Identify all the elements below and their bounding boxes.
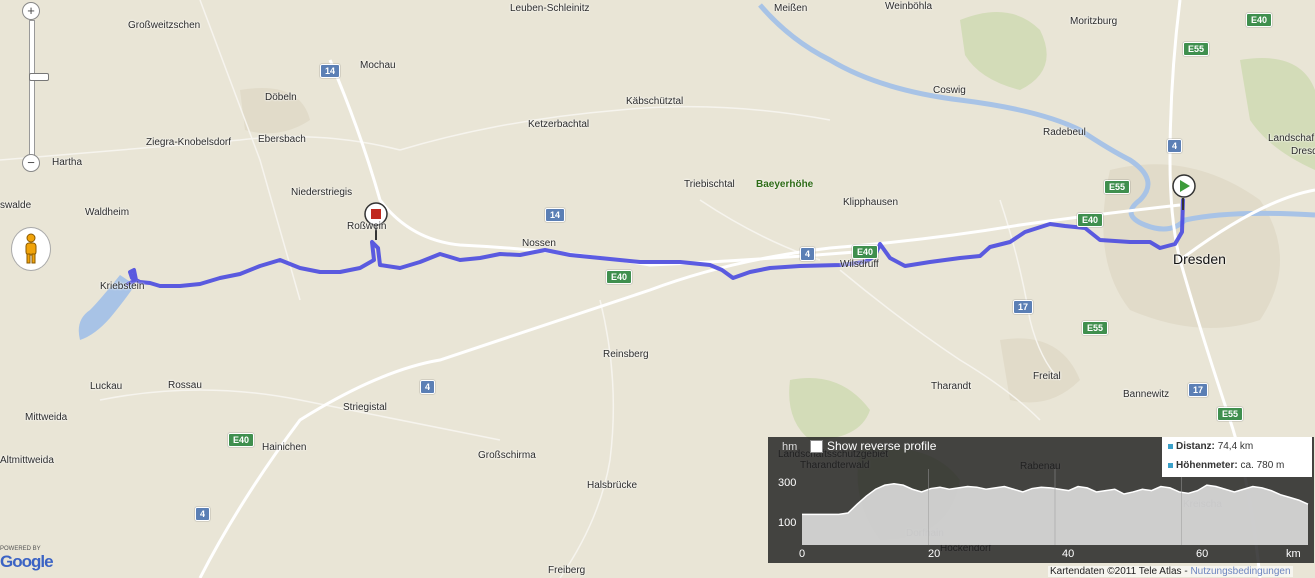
place-label: Altmittweida [0, 455, 54, 466]
road-shield: 17 [1013, 300, 1034, 314]
road-shield: 17 [1188, 383, 1209, 397]
place-label: Reinsberg [603, 349, 649, 360]
place-label: Roßwein [347, 221, 387, 232]
place-label: Landschaf [1268, 133, 1315, 144]
place-label: Mittweida [25, 412, 68, 423]
place-label: Ziegra-Knobelsdorf [146, 137, 232, 148]
place-label: Käbschütztal [626, 96, 684, 107]
road-shield: 14 [545, 208, 566, 222]
place-label: Rossau [168, 380, 202, 391]
place-label: Großschirma [478, 450, 536, 461]
landmark-label: Baeyerhöhe [756, 179, 814, 190]
place-label: Coswig [933, 85, 966, 96]
road-shield: 4 [800, 247, 816, 261]
x-tick-20: 20 [928, 548, 941, 560]
road-shield: E55 [1183, 42, 1210, 56]
place-label: Döbeln [265, 92, 297, 103]
place-label: Ebersbach [258, 134, 306, 145]
road-shield: 4 [195, 507, 211, 521]
street-view-pegman-icon[interactable] [11, 227, 51, 271]
height-stat: Höhenmeter: ca. 780 m [1168, 460, 1284, 471]
road-shield: E55 [1104, 180, 1131, 194]
road-shield: 4 [1167, 139, 1183, 153]
road-shield: E55 [1217, 407, 1244, 421]
place-label: Nossen [522, 238, 556, 249]
road-shield: E40 [606, 270, 633, 284]
place-label: Moritzburg [1070, 16, 1118, 27]
place-label: Dresd [1291, 146, 1315, 157]
city-label-dresden: Dresden [1173, 251, 1226, 267]
place-label: Klipphausen [843, 197, 899, 208]
y-tick-300: 300 [778, 477, 797, 489]
place-label: Triebischtal [684, 179, 735, 190]
road-shield: 4 [420, 380, 436, 394]
zoom-control[interactable]: + − [22, 2, 49, 174]
place-label: Niederstriegis [291, 187, 353, 198]
place-label: Hartha [52, 157, 83, 168]
road-shield: E40 [852, 245, 879, 259]
place-label: Tharandt [931, 381, 972, 392]
place-label: Halsbrücke [587, 480, 638, 491]
place-label: Freiberg [548, 565, 586, 576]
place-label: Striegistal [343, 402, 387, 413]
place-label: Meißen [774, 3, 808, 14]
road-shield: 14 [320, 64, 341, 78]
x-tick-0: 0 [799, 548, 806, 560]
y-tick-100: 100 [778, 517, 797, 529]
road-shield: E40 [1246, 13, 1273, 27]
place-label: swalde [0, 200, 32, 211]
place-label: Bannewitz [1123, 389, 1170, 400]
zoom-slider-handle[interactable] [29, 73, 49, 81]
place-label: Wilsdruff [840, 259, 879, 270]
x-tick-40: 40 [1062, 548, 1075, 560]
distance-stat: Distanz: 74,4 km [1168, 441, 1253, 452]
zoom-slider[interactable] [29, 20, 49, 158]
zoom-in-button[interactable]: + [22, 2, 40, 20]
google-logo[interactable]: POWERED BY Google [0, 546, 54, 572]
elevation-profile-panel: hm Show reverse profile 300 100 0 20 40 … [768, 437, 1314, 563]
x-unit-label: km [1286, 548, 1301, 560]
terms-link[interactable]: Nutzungsbedingungen [1190, 566, 1290, 577]
place-label: Waldheim [85, 207, 130, 218]
road-shield: E55 [1082, 321, 1109, 335]
place-label: Hainichen [262, 442, 307, 453]
place-label: Großweitzschen [128, 20, 201, 31]
place-label: Freital [1033, 371, 1061, 382]
map-attribution: Kartendaten ©2011 Tele Atlas - Nutzungsb… [1048, 566, 1293, 577]
google-wordmark: Google [0, 552, 54, 571]
place-label: Leuben-Schleinitz [510, 3, 590, 14]
road-shield: E40 [228, 433, 255, 447]
place-label: Ketzerbachtal [528, 119, 590, 130]
place-label: Weinböhla [885, 1, 933, 12]
place-label: Luckau [90, 381, 123, 392]
attribution-text: Kartendaten ©2011 Tele Atlas - [1050, 566, 1191, 577]
x-tick-60: 60 [1196, 548, 1209, 560]
place-label: Radebeul [1043, 127, 1086, 138]
zoom-out-button[interactable]: − [22, 154, 40, 172]
road-shield: E40 [1077, 213, 1104, 227]
place-label: Kriebstein [100, 281, 145, 292]
route-stats-box: Distanz: 74,4 km Höhenmeter: ca. 780 m [1162, 437, 1312, 477]
place-label: Mochau [360, 60, 396, 71]
